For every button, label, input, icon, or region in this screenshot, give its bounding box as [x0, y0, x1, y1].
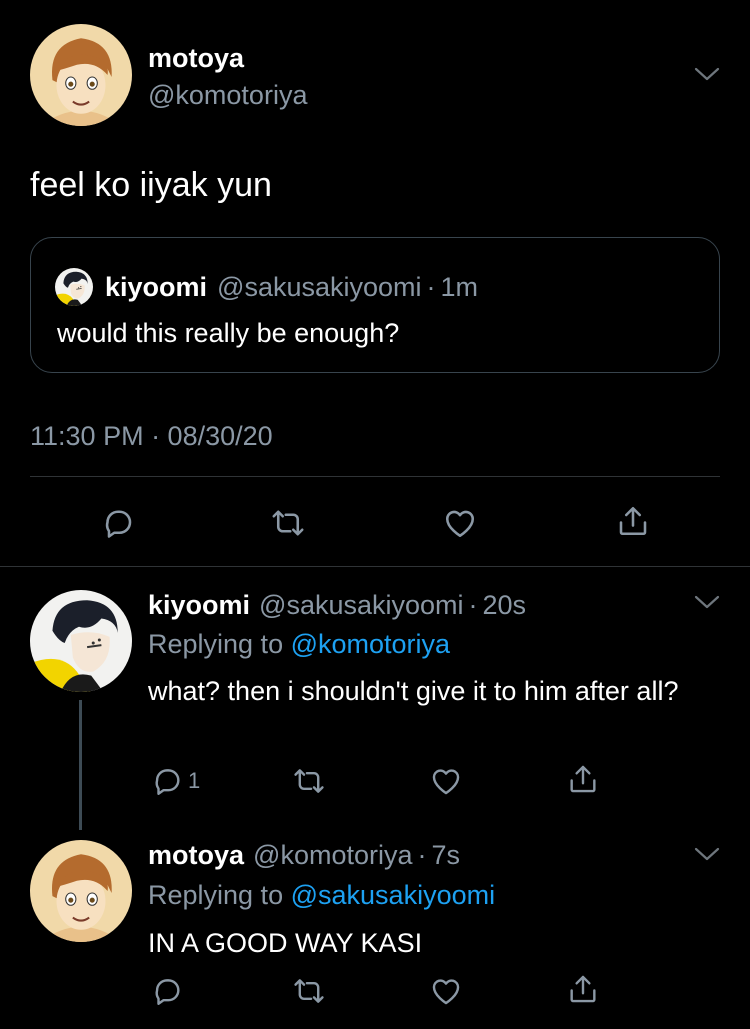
- reply-time: 7s: [431, 840, 461, 870]
- quoted-time: 1m: [440, 271, 479, 302]
- quoted-handle: @sakusakiyoomi: [217, 271, 422, 302]
- heart-icon: [429, 974, 463, 1008]
- chevron-down-icon[interactable]: [694, 66, 720, 82]
- share-button[interactable]: [566, 762, 600, 796]
- chevron-down-icon[interactable]: [694, 846, 720, 862]
- main-handle[interactable]: @komotoriya: [148, 80, 307, 111]
- reply-handle[interactable]: @sakusakiyoomi: [259, 590, 463, 621]
- chevron-down-icon[interactable]: [694, 594, 720, 610]
- reply-button[interactable]: [100, 505, 136, 541]
- retweet-icon: [270, 505, 306, 541]
- reply-text: what? then i shouldn't give it to him af…: [148, 676, 679, 706]
- share-icon: [566, 972, 600, 1006]
- reply-icon: [150, 764, 184, 798]
- like-button[interactable]: [429, 764, 463, 798]
- quoted-tweet-text: would this really be enough?: [57, 318, 400, 348]
- reply-icon: [150, 974, 184, 1008]
- main-display-name[interactable]: motoya: [148, 43, 244, 74]
- avatar[interactable]: [30, 840, 132, 942]
- share-button[interactable]: [566, 972, 600, 1006]
- retweet-icon: [292, 974, 326, 1008]
- replying-to-prefix: Replying to: [148, 629, 284, 659]
- reply-icon: [100, 505, 136, 541]
- replying-to: Replying to @sakusakiyoomi: [148, 880, 495, 911]
- tweet-timestamp: 11:30 PM · 08/30/20: [30, 421, 273, 451]
- heart-icon: [442, 505, 478, 541]
- quoted-separator: ·: [426, 271, 436, 302]
- reply-button[interactable]: [150, 974, 184, 1008]
- reply-separator: ·: [417, 840, 427, 870]
- like-button[interactable]: [429, 974, 463, 1008]
- reply-count: 1: [188, 768, 201, 793]
- replying-to-link[interactable]: @komotoriya: [291, 629, 450, 659]
- reply-button[interactable]: 1: [150, 764, 200, 798]
- quoted-display-name: kiyoomi: [105, 271, 208, 302]
- thread-line: [79, 700, 82, 830]
- reply-header: motoya @komotoriya · 7s: [148, 840, 460, 871]
- reply-display-name[interactable]: motoya: [148, 840, 244, 871]
- avatar[interactable]: [30, 590, 132, 692]
- reply-header: kiyoomi @sakusakiyoomi · 20s: [148, 590, 526, 621]
- retweet-icon: [292, 764, 326, 798]
- replying-to: Replying to @komotoriya: [148, 629, 450, 660]
- reply-text: IN A GOOD WAY KASI: [148, 928, 423, 958]
- share-icon: [566, 762, 600, 796]
- retweet-button[interactable]: [270, 505, 306, 541]
- replying-to-prefix: Replying to: [148, 880, 284, 910]
- reply-display-name[interactable]: kiyoomi: [148, 590, 250, 621]
- share-icon: [615, 503, 651, 539]
- retweet-button[interactable]: [292, 764, 326, 798]
- divider: [0, 566, 750, 567]
- tweet-thread-page: motoya @komotoriya feel ko iiyak yun kiy…: [0, 0, 750, 1029]
- quoted-tweet-header: kiyoomi @sakusakiyoomi · 1m: [55, 268, 478, 306]
- motoya-avatar-image: [30, 840, 132, 942]
- quoted-tweet[interactable]: kiyoomi @sakusakiyoomi · 1m would this r…: [30, 237, 720, 373]
- like-button[interactable]: [442, 505, 478, 541]
- heart-icon: [429, 764, 463, 798]
- replying-to-link[interactable]: @sakusakiyoomi: [291, 880, 495, 910]
- motoya-avatar-image: [30, 24, 132, 126]
- reply-separator: ·: [468, 590, 478, 620]
- divider: [30, 476, 720, 477]
- share-button[interactable]: [615, 503, 651, 539]
- avatar[interactable]: [30, 24, 132, 126]
- reply-time: 20s: [482, 590, 527, 620]
- avatar: [55, 268, 93, 306]
- kiyoomi-avatar-image: [30, 590, 132, 692]
- main-tweet-text: feel ko iiyak yun: [30, 166, 272, 204]
- retweet-button[interactable]: [292, 974, 326, 1008]
- reply-handle[interactable]: @komotoriya: [253, 840, 412, 871]
